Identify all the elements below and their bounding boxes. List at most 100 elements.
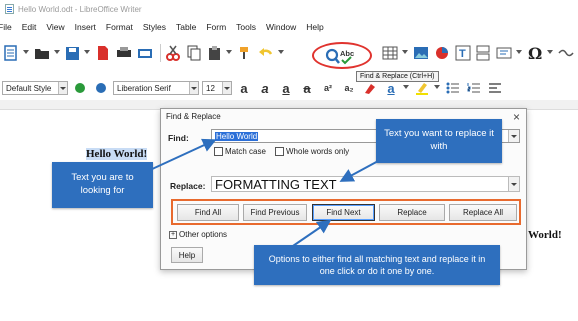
menu-file[interactable]: File: [0, 22, 12, 32]
close-icon[interactable]: ×: [513, 110, 520, 124]
cut-icon[interactable]: [164, 44, 182, 62]
checkbox-box[interactable]: [214, 147, 223, 156]
font-color-dropdown-icon[interactable]: [403, 85, 409, 91]
menu-form[interactable]: Form: [206, 22, 226, 32]
menu-styles[interactable]: Styles: [143, 22, 166, 32]
font-name-combo[interactable]: Liberation Serif: [113, 81, 199, 95]
insert-chart-icon[interactable]: [433, 44, 451, 62]
expand-plus-icon[interactable]: +: [169, 230, 177, 239]
copy-icon[interactable]: [185, 44, 203, 62]
menu-edit[interactable]: Edit: [22, 22, 37, 32]
other-options-expander[interactable]: + Other options: [169, 230, 227, 239]
paste-dropdown-icon[interactable]: [226, 50, 233, 56]
menu-insert[interactable]: Insert: [75, 22, 96, 32]
insert-table-icon[interactable]: [381, 44, 399, 62]
action-buttons-highlight: Find All Find Previous Find Next Replace…: [171, 199, 521, 225]
svg-text:Abc: Abc: [340, 49, 354, 58]
font-name-value: Liberation Serif: [117, 83, 171, 93]
save-dropdown-icon[interactable]: [84, 50, 91, 56]
chevron-down-icon[interactable]: [508, 177, 519, 191]
open-dropdown-icon[interactable]: [53, 50, 60, 56]
undo-dropdown-icon[interactable]: [278, 50, 285, 56]
special-character-icon[interactable]: Ω: [526, 44, 544, 63]
print-icon[interactable]: [115, 44, 133, 62]
toolbar-separator: [159, 44, 161, 62]
chevron-down-icon[interactable]: [508, 130, 519, 142]
export-pdf-icon[interactable]: [94, 44, 112, 62]
dialog-title: Find & Replace: [166, 112, 221, 121]
strikethrough-icon[interactable]: a: [298, 79, 316, 97]
find-replace-button[interactable]: Abc: [312, 42, 372, 69]
menu-bar: File Edit View Insert Format Styles Tabl…: [0, 20, 578, 34]
window-title: Hello World.odt - LibreOffice Writer: [18, 4, 142, 14]
whole-words-checkbox[interactable]: Whole words only: [275, 147, 349, 156]
callout-options: Options to either find all matching text…: [254, 245, 500, 285]
match-case-checkbox[interactable]: Match case: [214, 147, 266, 156]
highlight-dropdown-icon[interactable]: [434, 85, 440, 91]
formatting-toolbar: Default Style Liberation Serif 12 a a a …: [0, 78, 578, 98]
checkbox-box[interactable]: [275, 147, 284, 156]
chevron-down-icon[interactable]: [58, 82, 67, 94]
document-text-hello-world: Hello World!: [86, 148, 148, 160]
font-size-value: 12: [206, 83, 215, 93]
replace-input-value: FORMATTING TEXT: [215, 176, 337, 192]
screenshot: Hello World.odt - LibreOffice Writer Fil…: [0, 0, 578, 321]
writer-app-icon: [5, 4, 14, 14]
highlight-color-icon[interactable]: [413, 79, 431, 97]
replace-label: Replace:: [170, 181, 206, 191]
underline-icon[interactable]: a: [277, 79, 295, 97]
special-character-dropdown-icon[interactable]: [547, 50, 554, 56]
insert-textbox-icon[interactable]: T: [454, 44, 472, 62]
undo-icon[interactable]: [257, 44, 275, 62]
find-all-button[interactable]: Find All: [177, 204, 239, 221]
menu-format[interactable]: Format: [106, 22, 133, 32]
find-previous-button[interactable]: Find Previous: [243, 204, 307, 221]
field-dropdown-icon[interactable]: [516, 50, 523, 56]
chevron-down-icon[interactable]: [189, 82, 198, 94]
replace-button[interactable]: Replace: [379, 204, 445, 221]
clone-formatting-icon[interactable]: [236, 44, 254, 62]
new-document-icon[interactable]: [2, 44, 20, 62]
font-size-combo[interactable]: 12: [202, 81, 232, 95]
new-style-icon[interactable]: [92, 79, 110, 97]
menu-window[interactable]: Window: [266, 22, 296, 32]
insert-hyperlink-icon[interactable]: [557, 44, 575, 62]
numbering-icon[interactable]: [465, 79, 483, 97]
insert-image-icon[interactable]: [412, 44, 430, 62]
menu-view[interactable]: View: [46, 22, 64, 32]
print-preview-icon[interactable]: [136, 44, 154, 62]
standard-toolbar: T Ω: [0, 36, 578, 70]
whole-words-label: Whole words only: [286, 147, 350, 156]
table-dropdown-icon[interactable]: [402, 50, 409, 56]
chevron-down-icon[interactable]: [222, 82, 231, 94]
find-replace-icon: Abc: [325, 48, 354, 64]
replace-input[interactable]: FORMATTING TEXT: [211, 176, 520, 192]
callout-replace-with: Text you want to replace it with: [376, 119, 502, 163]
update-style-icon[interactable]: [71, 79, 89, 97]
subscript-icon[interactable]: a₂: [340, 79, 358, 97]
callout-looking-for: Text you are to looking for: [52, 162, 153, 208]
replace-all-button[interactable]: Replace All: [449, 204, 517, 221]
help-button[interactable]: Help: [171, 247, 203, 263]
bullets-icon[interactable]: [444, 79, 462, 97]
menu-help[interactable]: Help: [306, 22, 323, 32]
font-color-icon[interactable]: a: [382, 79, 400, 97]
new-dropdown-icon[interactable]: [22, 50, 29, 56]
menu-table[interactable]: Table: [176, 22, 196, 32]
bold-icon[interactable]: a: [235, 79, 253, 97]
find-next-button[interactable]: Find Next: [312, 204, 375, 221]
save-icon[interactable]: [64, 44, 82, 62]
italic-icon[interactable]: a: [256, 79, 274, 97]
insert-page-break-icon[interactable]: [475, 44, 493, 62]
paste-icon[interactable]: [206, 44, 224, 62]
superscript-icon[interactable]: a²: [319, 79, 337, 97]
title-bar: Hello World.odt - LibreOffice Writer: [0, 0, 578, 18]
menu-tools[interactable]: Tools: [236, 22, 256, 32]
svg-text:T: T: [459, 48, 466, 60]
open-icon[interactable]: [33, 44, 51, 62]
insert-field-icon[interactable]: [495, 44, 513, 62]
paragraph-style-combo[interactable]: Default Style: [2, 81, 68, 95]
clear-formatting-icon[interactable]: [361, 79, 379, 97]
align-left-icon[interactable]: [486, 79, 504, 97]
document-text-world: World!: [528, 229, 562, 241]
